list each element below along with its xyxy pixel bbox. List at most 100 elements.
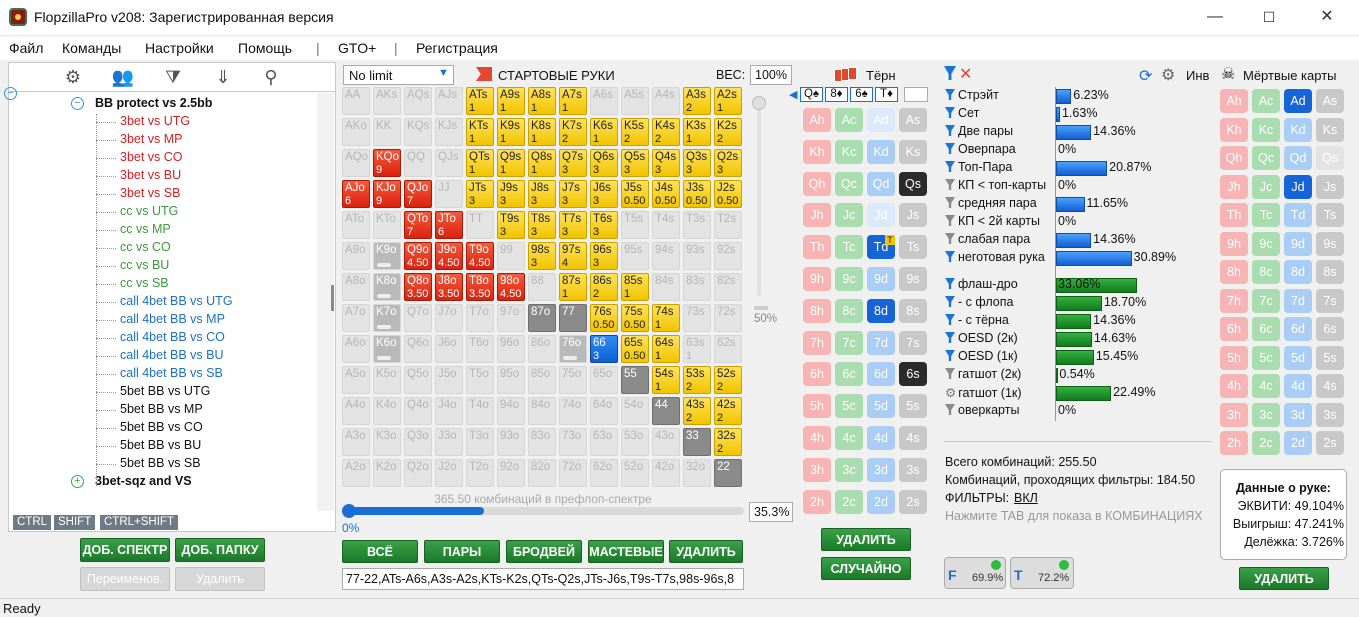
- dead-card-8c[interactable]: 8c: [1252, 260, 1280, 284]
- range-pct-field[interactable]: 35.3%: [749, 502, 793, 522]
- stat-row[interactable]: Топ-Пара: [945, 160, 1012, 174]
- filter-icon[interactable]: [945, 125, 955, 136]
- menu-registration[interactable]: Регистрация: [416, 40, 498, 56]
- dead-card-6h[interactable]: 6h: [1220, 317, 1248, 341]
- hand-cell[interactable]: AQs: [404, 87, 432, 115]
- dead-card-Kd[interactable]: Kd: [1284, 117, 1312, 142]
- hand-cell[interactable]: 64s 1: [652, 335, 680, 363]
- hand-cell[interactable]: 93s: [683, 242, 711, 270]
- filter-icon[interactable]: [945, 278, 955, 289]
- hand-cell[interactable]: K2s 2: [714, 118, 742, 146]
- hand-cell[interactable]: AJo 6: [342, 180, 370, 208]
- hand-cell[interactable]: AJs: [435, 87, 463, 115]
- hand-cell[interactable]: J7o: [435, 304, 463, 332]
- tree-item[interactable]: 5bet BB vs UTG: [120, 384, 210, 398]
- maximize-button[interactable]: ☐: [1254, 6, 1284, 28]
- hand-cell[interactable]: 92o: [497, 459, 525, 487]
- dead-card-9h[interactable]: 9h: [1220, 231, 1248, 256]
- hand-cell[interactable]: 73s: [683, 304, 711, 332]
- dead-card-8d[interactable]: 8d: [1284, 260, 1312, 284]
- board-card-2s[interactable]: 2s: [899, 489, 927, 514]
- hand-cell[interactable]: 84o: [528, 397, 556, 425]
- board-card-Js[interactable]: Js: [899, 203, 927, 228]
- dead-card-4s[interactable]: 4s: [1316, 374, 1344, 398]
- dead-card-5s[interactable]: 5s: [1316, 345, 1344, 370]
- hand-cell[interactable]: 65s 0.50: [621, 335, 649, 363]
- board-card-2d[interactable]: 2d: [867, 489, 895, 514]
- hand-cell[interactable]: T2o: [466, 459, 494, 487]
- hand-cell[interactable]: J7s 3: [559, 180, 587, 208]
- stat-row[interactable]: неготовая рука: [945, 250, 1045, 264]
- tree-item[interactable]: 3bet vs UTG: [120, 114, 190, 128]
- board-card-4s[interactable]: 4s: [899, 426, 927, 450]
- hand-cell[interactable]: A6s: [590, 87, 618, 115]
- hand-cell[interactable]: 72s: [714, 304, 742, 332]
- hand-cell[interactable]: 86o: [528, 335, 556, 363]
- board-card-9s[interactable]: 9s: [899, 267, 927, 291]
- hand-cell[interactable]: J6o: [435, 335, 463, 363]
- hand-cell[interactable]: QTo 7: [404, 211, 432, 239]
- hand-cell[interactable]: T7s 3: [559, 211, 587, 239]
- dead-card-2h[interactable]: 2h: [1220, 431, 1248, 455]
- filter-icon[interactable]: [945, 296, 955, 307]
- dead-card-Kc[interactable]: Kc: [1252, 117, 1280, 142]
- tree-item[interactable]: 5bet BB vs BU: [120, 438, 201, 452]
- hand-cell[interactable]: 55: [621, 366, 649, 394]
- filter-icon[interactable]: [945, 233, 955, 244]
- hand-cell[interactable]: J5o: [435, 366, 463, 394]
- board-card-8c[interactable]: 8c: [835, 298, 863, 323]
- dead-card-Kh[interactable]: Kh: [1220, 117, 1248, 142]
- hand-cell[interactable]: 52o: [621, 459, 649, 487]
- board-card-Tc[interactable]: Tc: [835, 235, 863, 260]
- hand-cell[interactable]: KTo: [373, 211, 401, 239]
- board-card-Kd[interactable]: Kd: [867, 139, 895, 164]
- board-back-icon[interactable]: ◀: [789, 88, 797, 101]
- hand-cell[interactable]: T2s: [714, 211, 742, 239]
- board-card-7s[interactable]: 7s: [899, 330, 927, 355]
- stat-row[interactable]: КП < 2й карты: [945, 214, 1040, 228]
- board-card-5h[interactable]: 5h: [803, 394, 831, 419]
- board-card-9c[interactable]: 9c: [835, 267, 863, 291]
- tree-item[interactable]: cc vs BU: [120, 258, 169, 272]
- hand-cell[interactable]: T6o: [466, 335, 494, 363]
- board-card[interactable]: T♦: [875, 87, 898, 102]
- hand-cell[interactable]: KTs 1: [466, 118, 494, 146]
- hand-cell[interactable]: K6s 1: [590, 118, 618, 146]
- select-broadway-button[interactable]: БРОДВЕЙ: [506, 540, 582, 563]
- board-card-As[interactable]: As: [899, 108, 927, 132]
- hand-cell[interactable]: Q6s 3: [590, 149, 618, 177]
- hand-cell[interactable]: K5o: [373, 366, 401, 394]
- board-card-3h[interactable]: 3h: [803, 457, 831, 482]
- hand-cell[interactable]: KQo 9: [373, 149, 401, 177]
- hand-cell[interactable]: QJs: [435, 149, 463, 177]
- search-icon[interactable]: ⚲: [258, 66, 284, 88]
- hand-cell[interactable]: 82s: [714, 273, 742, 301]
- stat-row[interactable]: флаш-дро: [945, 277, 1018, 291]
- hand-cell[interactable]: KJs: [435, 118, 463, 146]
- dead-card-3d[interactable]: 3d: [1284, 402, 1312, 427]
- board-card-6s[interactable]: 6s: [899, 362, 927, 387]
- dead-card-7c[interactable]: 7c: [1252, 288, 1280, 313]
- stat-row[interactable]: OESD (1к): [945, 349, 1018, 363]
- hand-cell[interactable]: Q3o: [404, 428, 432, 456]
- hand-cell[interactable]: T8s 3: [528, 211, 556, 239]
- hand-cell[interactable]: 87s 1: [559, 273, 587, 301]
- tree-item[interactable]: cc vs UTG: [120, 204, 178, 218]
- stat-row[interactable]: средняя пара: [945, 196, 1037, 210]
- weight-input[interactable]: 100%: [750, 65, 792, 85]
- tree-item[interactable]: 3bet vs SB: [120, 186, 180, 200]
- board-card-4c[interactable]: 4c: [835, 426, 863, 450]
- stat-row[interactable]: - с флопа: [945, 295, 1013, 309]
- dead-card-Td[interactable]: Td: [1284, 203, 1312, 227]
- board-card-6h[interactable]: 6h: [803, 362, 831, 387]
- dead-card-3s[interactable]: 3s: [1316, 402, 1344, 427]
- menu-file[interactable]: Файл: [9, 40, 43, 56]
- hand-cell[interactable]: Q4s 3: [652, 149, 680, 177]
- hand-cell[interactable]: 53s 2: [683, 366, 711, 394]
- tree-item[interactable]: call 4bet BB vs UTG: [120, 294, 233, 308]
- dead-card-3h[interactable]: 3h: [1220, 402, 1248, 427]
- hand-cell[interactable]: Q4o: [404, 397, 432, 425]
- hand-cell[interactable]: ATs 1: [466, 87, 494, 115]
- hand-cell[interactable]: K3o: [373, 428, 401, 456]
- board-card[interactable]: Q♠: [800, 87, 823, 102]
